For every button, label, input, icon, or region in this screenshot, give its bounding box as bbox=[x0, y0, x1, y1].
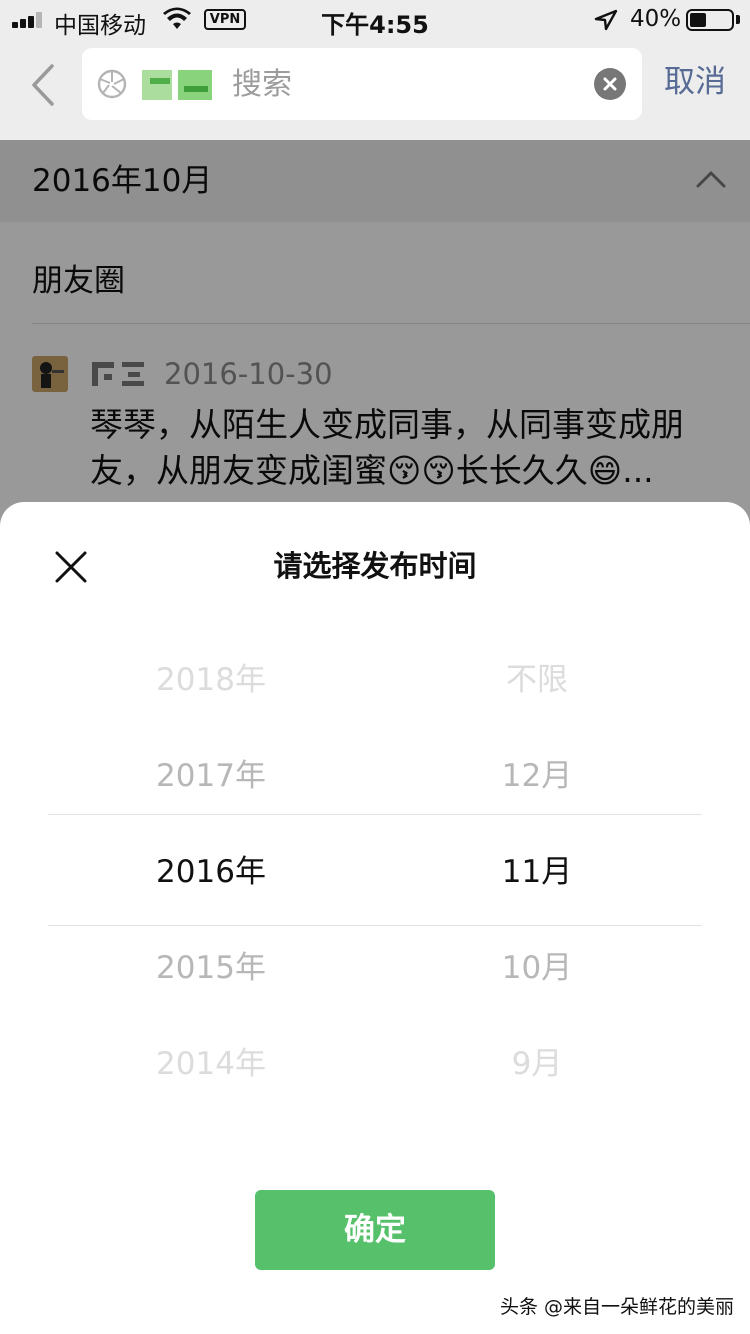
back-chevron-icon[interactable] bbox=[24, 62, 60, 108]
month-option[interactable]: 12月 bbox=[437, 728, 637, 824]
month-option[interactable]: 9月 bbox=[437, 1016, 637, 1112]
status-bar: 中国移动 VPN 下午4:55 40% bbox=[0, 0, 750, 40]
year-option[interactable]: 2014年 bbox=[111, 1016, 311, 1112]
blurred-search-tag bbox=[140, 66, 218, 104]
month-option[interactable]: 10月 bbox=[437, 920, 637, 1016]
sheet-title: 请选择发布时间 bbox=[273, 549, 477, 583]
battery-icon bbox=[686, 9, 734, 31]
month-wheel[interactable]: 不限 12月 11月 10月 9月 bbox=[437, 632, 637, 1112]
battery-percent: 40% bbox=[630, 6, 682, 32]
cancel-button[interactable]: 取消 bbox=[664, 60, 726, 104]
location-arrow-icon bbox=[594, 9, 618, 31]
clear-icon[interactable] bbox=[594, 68, 626, 100]
month-option-selected[interactable]: 11月 bbox=[437, 824, 637, 920]
year-wheel[interactable]: 2018年 2017年 2016年 2015年 2014年 bbox=[111, 632, 311, 1112]
battery-fill bbox=[690, 13, 706, 27]
watermark: 头条 @来自一朵鲜花的美丽 bbox=[499, 1296, 734, 1318]
confirm-button[interactable]: 确定 bbox=[255, 1190, 495, 1270]
year-option[interactable]: 2017年 bbox=[111, 728, 311, 824]
year-option[interactable]: 2018年 bbox=[111, 632, 311, 728]
date-picker-sheet: 请选择发布时间 2018年 2017年 2016年 2015年 2014年 不限… bbox=[0, 502, 750, 1334]
year-option[interactable]: 2015年 bbox=[111, 920, 311, 1016]
date-picker: 2018年 2017年 2016年 2015年 2014年 不限 12月 11月… bbox=[0, 632, 750, 1112]
search-header: 搜索 取消 bbox=[0, 40, 750, 140]
moments-aperture-icon bbox=[97, 69, 127, 99]
search-query: 搜索 bbox=[232, 67, 292, 102]
search-input[interactable]: 搜索 bbox=[82, 48, 642, 120]
year-option-selected[interactable]: 2016年 bbox=[111, 824, 311, 920]
month-option[interactable]: 不限 bbox=[437, 632, 637, 728]
battery-cap bbox=[736, 15, 740, 24]
